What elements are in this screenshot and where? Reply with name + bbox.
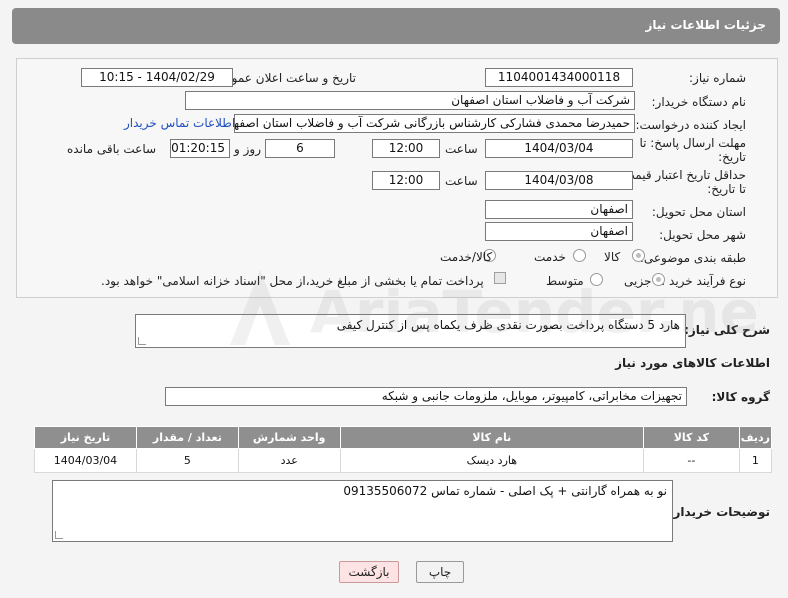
print-button[interactable]: چاپ — [416, 561, 464, 583]
col-unit: واحد شمارش — [237, 426, 341, 449]
need-number-label: شماره نیاز: — [689, 71, 746, 85]
buyer-org-field[interactable]: شرکت آب و فاضلاب استان اصفهان — [185, 91, 635, 110]
province-label: استان محل تحویل: — [651, 205, 746, 219]
reply-deadline-label: مهلت ارسال پاسخ: تا — [639, 136, 746, 150]
col-row: ردیف — [738, 426, 773, 449]
summary-textarea[interactable]: هارد 5 دستگاه پرداخت بصورت نقدی ظرف یکما… — [135, 314, 686, 348]
col-code: کد کالا — [642, 426, 740, 449]
cell-unit: عدد — [237, 448, 341, 473]
cell-quantity: 5 — [135, 448, 239, 473]
table-header-row: ردیف کد کالا نام کالا واحد شمارش تعداد /… — [34, 426, 773, 449]
payment-note: پرداخت تمام یا بخشی از مبلغ خرید،از محل … — [101, 274, 484, 288]
category-option-goods: کالا — [604, 250, 621, 264]
process-radio-minor[interactable] — [652, 273, 665, 286]
category-label: طبقه بندی موضوعی: — [639, 251, 746, 265]
cell-code: -- — [642, 448, 740, 473]
cell-name: هارد دیسک — [339, 448, 644, 473]
resize-grip-icon[interactable] — [55, 531, 63, 539]
summary-label: شرح کلی نیاز: — [684, 323, 770, 337]
process-radio-medium[interactable] — [590, 273, 603, 286]
buyer-notes-textarea[interactable]: نو به همراه گارانتی + پک اصلی - شماره تم… — [52, 480, 673, 542]
buyer-contact-link[interactable]: اطلاعات تماس خریدار — [124, 116, 235, 130]
goods-section-title: اطلاعات کالاهای مورد نیاز — [615, 356, 770, 370]
days-label: روز و — [234, 142, 261, 156]
price-validity-label-2: تا تاریخ: — [707, 182, 746, 196]
need-number-field[interactable]: 1104001434000118 — [485, 68, 633, 87]
days-field[interactable]: 6 — [265, 139, 335, 158]
reply-deadline-label-2: تاریخ: — [718, 150, 746, 164]
buyer-org-label: نام دستگاه خریدار: — [651, 95, 747, 109]
buyer-notes-text: نو به همراه گارانتی + پک اصلی - شماره تم… — [343, 484, 667, 498]
goods-group-label: گروه کالا: — [711, 390, 770, 404]
province-field[interactable]: اصفهان — [485, 200, 633, 219]
price-time-label: ساعت — [445, 174, 478, 188]
creator-label: ایجاد کننده درخواست: — [635, 118, 746, 132]
category-radio-goods[interactable] — [632, 249, 645, 262]
page-header: جزئیات اطلاعات نیاز — [12, 8, 780, 44]
goods-group-field[interactable]: تجهیزات مخابراتی، کامپیوتر، موبایل، ملزو… — [165, 387, 687, 406]
back-button[interactable]: بازگشت — [339, 561, 399, 583]
category-option-goods-service: کالا/خدمت — [440, 250, 493, 264]
remaining-label: ساعت باقی مانده — [67, 142, 157, 156]
cell-row: 1 — [738, 448, 773, 473]
reply-date-field[interactable]: 1404/03/04 — [485, 139, 633, 158]
cell-need-date: 1404/03/04 — [34, 448, 137, 473]
price-validity-label: حداقل تاریخ اعتبار قیمت: — [619, 168, 746, 182]
creator-field[interactable]: حمیدرضا محمدی فشارکی کارشناس بازرگانی شر… — [234, 114, 635, 133]
process-label: نوع فرآیند خرید : — [661, 274, 746, 288]
resize-grip-icon[interactable] — [138, 337, 146, 345]
page-title: جزئیات اطلاعات نیاز — [645, 18, 766, 32]
buyer-notes-label: توضیحات خریدار: — [668, 505, 770, 519]
category-radio-service[interactable] — [573, 249, 586, 262]
process-option-minor: جزیی — [624, 274, 652, 288]
process-option-medium: متوسط — [546, 274, 584, 288]
table-row[interactable]: 1 -- هارد دیسک عدد 5 1404/03/04 — [34, 448, 773, 473]
treasury-payment-checkbox[interactable] — [494, 272, 506, 284]
price-date-field[interactable]: 1404/03/08 — [485, 171, 633, 190]
reply-time-field[interactable]: 12:00 — [372, 139, 440, 158]
price-time-field[interactable]: 12:00 — [372, 171, 440, 190]
announce-datetime-field[interactable]: 1404/02/29 - 10:15 — [81, 68, 233, 87]
col-need-date: تاریخ نیاز — [34, 426, 137, 449]
items-table: ردیف کد کالا نام کالا واحد شمارش تعداد /… — [34, 426, 773, 473]
city-field[interactable]: اصفهان — [485, 222, 633, 241]
col-name: نام کالا — [339, 426, 644, 449]
city-label: شهر محل تحویل: — [659, 228, 746, 242]
col-quantity: تعداد / مقدار — [135, 426, 239, 449]
summary-text: هارد 5 دستگاه پرداخت بصورت نقدی ظرف یکما… — [336, 318, 680, 332]
category-option-service: خدمت — [534, 250, 566, 264]
reply-time-label: ساعت — [445, 142, 478, 156]
remaining-time-field[interactable]: 01:20:15 — [170, 139, 230, 158]
